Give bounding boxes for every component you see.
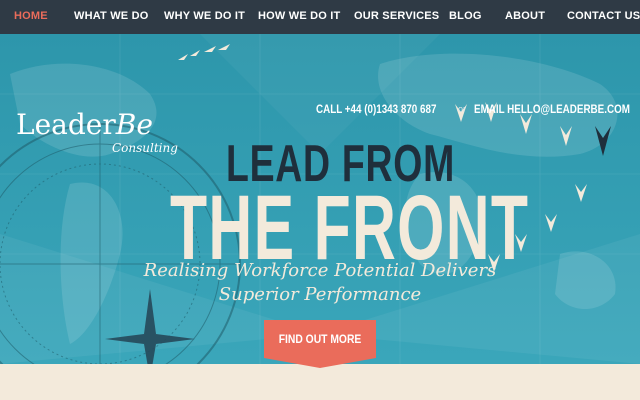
- nav-what-we-do[interactable]: WHAT WE DO: [74, 10, 149, 22]
- top-navigation: HOME WHAT WE DO WHY WE DO IT HOW WE DO I…: [0, 0, 640, 34]
- find-out-more-button[interactable]: FIND OUT MORE: [264, 320, 376, 358]
- content-strip: [0, 364, 640, 400]
- nav-our-services[interactable]: OUR SERVICES: [354, 10, 439, 22]
- cta-ribbon-point: [264, 358, 376, 368]
- contact-phone[interactable]: CALL +44 (0)1343 870 687: [316, 102, 436, 116]
- nav-how-we-do-it[interactable]: HOW WE DO IT: [258, 10, 340, 22]
- nav-home[interactable]: HOME: [14, 10, 48, 22]
- nav-why-we-do-it[interactable]: WHY WE DO IT: [164, 10, 245, 22]
- find-out-more-label: FIND OUT MORE: [278, 332, 362, 346]
- tagline-line-1: Realising Workforce Potential Delivers: [143, 260, 497, 281]
- nav-blog[interactable]: BLOG: [449, 10, 482, 22]
- tagline-line-2: Superior Performance: [218, 284, 422, 305]
- contact-email[interactable]: EMAIL HELLO@LEADERBE.COM: [474, 102, 630, 116]
- logo-be-text: Be: [115, 108, 153, 141]
- nav-contact-us[interactable]: CONTACT US: [567, 10, 640, 22]
- logo-subtitle: Consulting: [112, 141, 178, 155]
- logo-leader-text: Leader: [16, 108, 116, 141]
- contact-or: or: [458, 104, 467, 114]
- nav-about[interactable]: ABOUT: [505, 10, 545, 22]
- logo[interactable]: LeaderBe: [16, 108, 153, 141]
- hero-section: LeaderBe Consulting CALL +44 (0)1343 870…: [0, 34, 640, 364]
